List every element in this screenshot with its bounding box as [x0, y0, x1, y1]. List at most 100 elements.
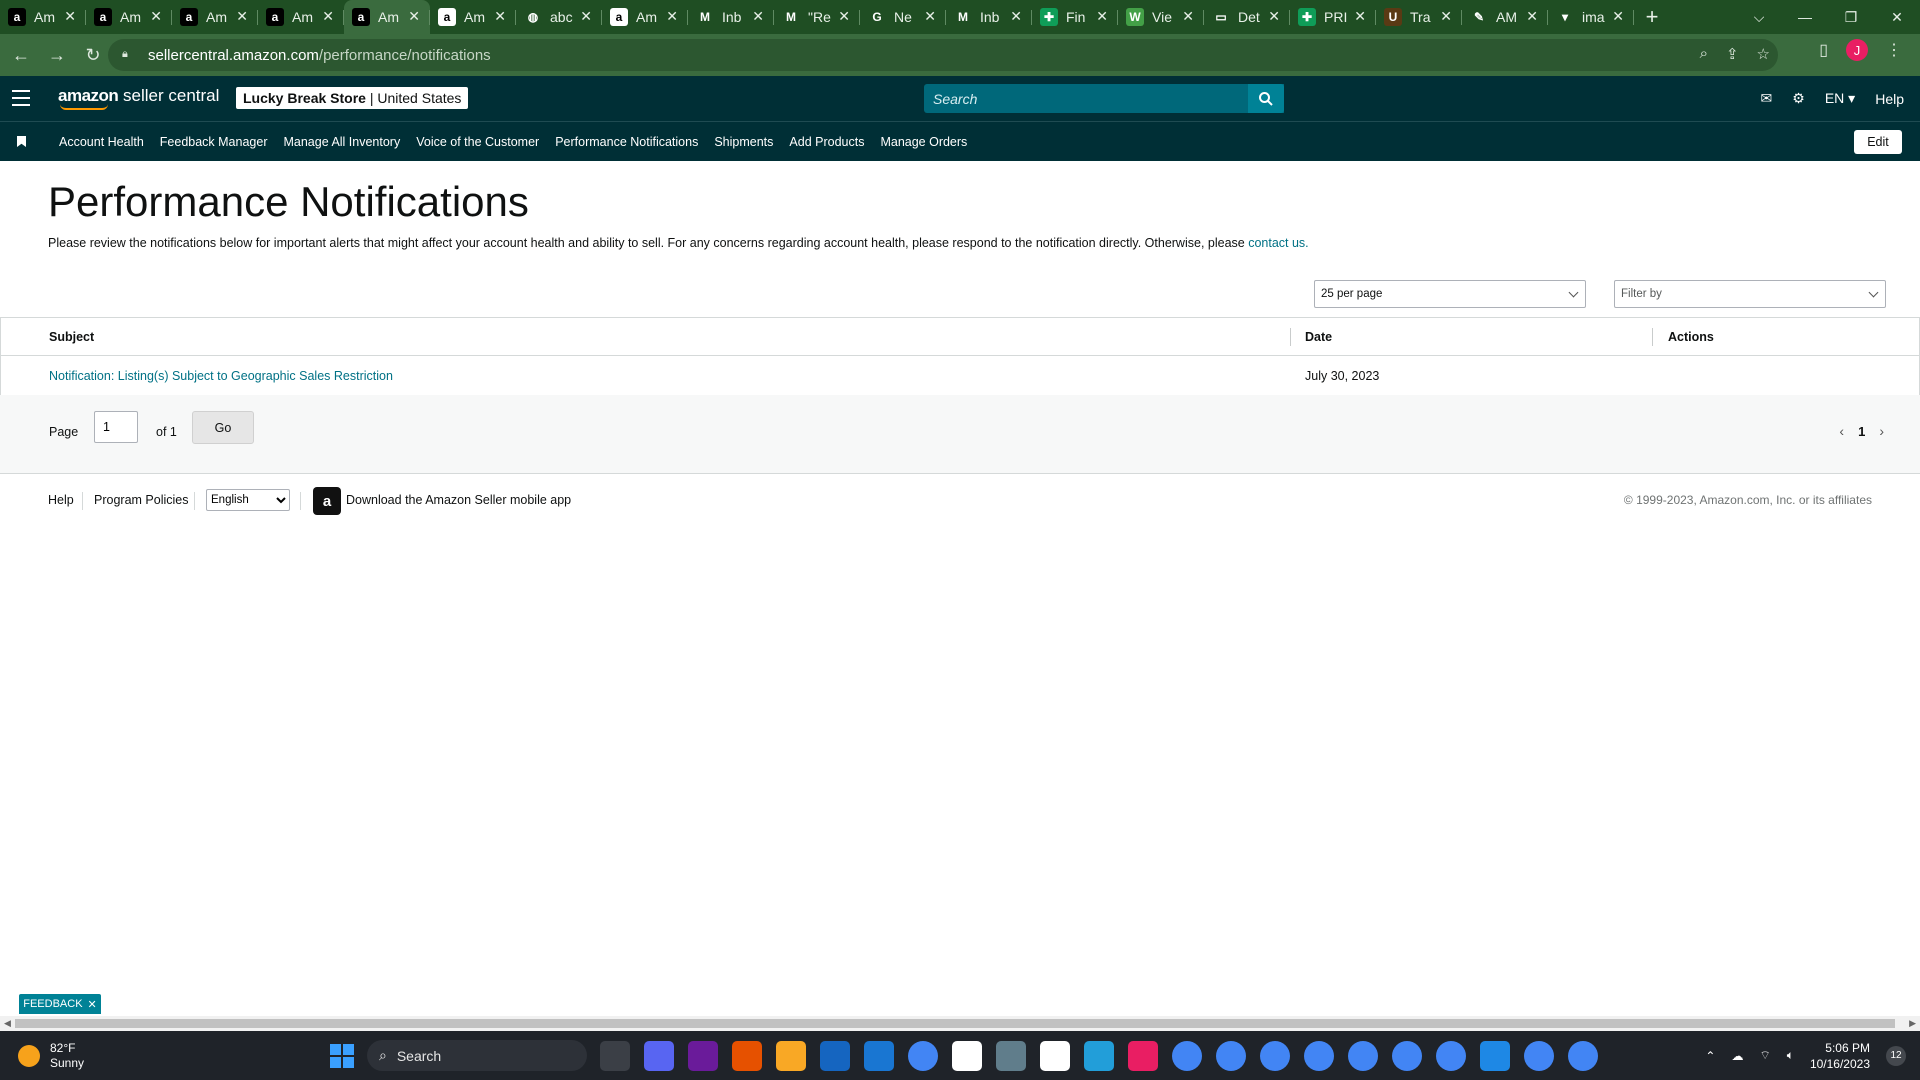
more-menu-icon[interactable]: ⋮ [1886, 40, 1902, 60]
browser-tab[interactable]: W Vie ✕ [1118, 0, 1204, 34]
calculator-icon[interactable] [996, 1041, 1026, 1071]
browser-tab[interactable]: a Am ✕ [258, 0, 344, 34]
browser-tab[interactable]: U Tra ✕ [1376, 0, 1462, 34]
cloud-icon[interactable]: ☁ [1731, 1049, 1743, 1063]
close-tab-icon[interactable]: ✕ [494, 8, 506, 25]
footer-help-link[interactable]: Help [48, 493, 74, 507]
forward-arrow-icon[interactable]: → [42, 40, 72, 70]
browser-tab[interactable]: ▭ Det ✕ [1204, 0, 1290, 34]
browser-tab[interactable]: ✚ Fin ✕ [1032, 0, 1118, 34]
contact-us-link[interactable]: contact us. [1248, 236, 1308, 250]
chrome-icon[interactable] [1260, 1041, 1290, 1071]
current-page[interactable]: 1 [1858, 424, 1865, 439]
per-page-select[interactable]: 25 per page [1314, 280, 1586, 308]
browser-tab[interactable]: ✚ PRI ✕ [1290, 0, 1376, 34]
back-arrow-icon[interactable]: ← [6, 40, 36, 70]
weather-widget[interactable]: 82°F Sunny [18, 1041, 84, 1071]
previous-page-icon[interactable]: ‹ [1839, 423, 1844, 439]
feedback-button[interactable]: FEEDBACK ✕ [19, 994, 101, 1014]
browser-tab[interactable]: G Ne ✕ [860, 0, 946, 34]
zoom-icon[interactable]: ⌕ [1700, 45, 1708, 63]
chrome-icon[interactable] [1348, 1041, 1378, 1071]
mail-icon[interactable]: ✉ [1761, 90, 1773, 107]
browser-tab[interactable]: a Am ✕ [344, 0, 430, 34]
close-tab-icon[interactable]: ✕ [1010, 8, 1022, 25]
hamburger-menu-icon[interactable] [12, 90, 30, 106]
scroll-left-icon[interactable]: ◀ [4, 1018, 11, 1029]
gear-icon[interactable]: ⚙ [1792, 90, 1805, 107]
profile-avatar[interactable]: J [1846, 39, 1868, 61]
store-switcher[interactable]: Lucky Break Store | United States [236, 87, 469, 109]
nav-item-add-products[interactable]: Add Products [789, 135, 864, 149]
horizontal-scrollbar[interactable]: ◀ ▶ [0, 1016, 1920, 1031]
task-view-icon[interactable] [600, 1041, 630, 1071]
chrome-icon[interactable] [908, 1041, 938, 1071]
chart-app-icon[interactable] [952, 1041, 982, 1071]
footer-language-select[interactable]: English [206, 489, 290, 511]
search-button[interactable] [1248, 84, 1284, 113]
help-link[interactable]: Help [1875, 91, 1904, 107]
slack-icon[interactable] [1128, 1041, 1158, 1071]
close-tab-icon[interactable]: ✕ [1268, 8, 1280, 25]
browser-tab[interactable]: ◍ abc ✕ [516, 0, 602, 34]
nav-item-feedback-manager[interactable]: Feedback Manager [160, 135, 268, 149]
column-date[interactable]: Date [1305, 318, 1332, 355]
next-app-icon[interactable] [688, 1041, 718, 1071]
new-tab-button[interactable]: + [1634, 0, 1670, 34]
browser-tab[interactable]: M "Re ✕ [774, 0, 860, 34]
browser-tab[interactable]: a Am ✕ [602, 0, 688, 34]
close-tab-icon[interactable]: ✕ [838, 8, 850, 25]
tab-search-chevron-icon[interactable]: ⌵ [1736, 0, 1782, 34]
nav-item-performance-notifications[interactable]: Performance Notifications [555, 135, 698, 149]
calendar-icon[interactable] [864, 1041, 894, 1071]
close-tab-icon[interactable]: ✕ [1612, 8, 1624, 25]
close-tab-icon[interactable]: ✕ [924, 8, 936, 25]
go-button[interactable]: Go [192, 411, 254, 444]
file-explorer-icon[interactable] [776, 1041, 806, 1071]
nav-item-manage-orders[interactable]: Manage Orders [880, 135, 967, 149]
windows-start-icon[interactable] [330, 1044, 354, 1068]
browser-tab[interactable]: a Am ✕ [430, 0, 516, 34]
edit-nav-button[interactable]: Edit [1854, 130, 1902, 154]
close-tab-icon[interactable]: ✕ [580, 8, 592, 25]
nav-item-shipments[interactable]: Shipments [714, 135, 773, 149]
download-app-link[interactable]: Download the Amazon Seller mobile app [346, 493, 571, 507]
notepad-icon[interactable] [1480, 1041, 1510, 1071]
seller-app-icon[interactable]: a [313, 487, 341, 515]
seller-central-logo[interactable]: amazon seller central [58, 86, 219, 110]
close-tab-icon[interactable]: ✕ [1182, 8, 1194, 25]
chrome-icon[interactable] [1568, 1041, 1598, 1071]
program-policies-link[interactable]: Program Policies [94, 493, 188, 507]
browser-tab[interactable]: ▾ ima ✕ [1548, 0, 1634, 34]
browser-tab[interactable]: ✎ AM ✕ [1462, 0, 1548, 34]
close-tab-icon[interactable]: ✕ [1354, 8, 1366, 25]
wifi-icon[interactable]: ⌔ [1759, 1048, 1770, 1063]
filter-select[interactable]: Filter by [1614, 280, 1886, 308]
browser-tab[interactable]: a Am ✕ [86, 0, 172, 34]
browser-tab[interactable]: a Am ✕ [172, 0, 258, 34]
telegram-icon[interactable] [1084, 1041, 1114, 1071]
address-bar[interactable]: 🔒︎ sellercentral.amazon.com/performance/… [108, 39, 1778, 71]
zoom-icon[interactable] [820, 1041, 850, 1071]
next-page-icon[interactable]: › [1879, 423, 1884, 439]
restore-button[interactable]: ❐ [1828, 0, 1874, 34]
taskbar-search[interactable]: ⌕ Search [367, 1040, 587, 1071]
app-icon[interactable] [732, 1041, 762, 1071]
browser-tab[interactable]: a Am ✕ [0, 0, 86, 34]
search-input[interactable] [933, 90, 1253, 107]
chevron-up-icon[interactable]: ⌃ [1705, 1049, 1715, 1063]
close-tab-icon[interactable]: ✕ [1526, 8, 1538, 25]
clock[interactable]: 5:06 PM 10/16/2023 [1810, 1040, 1870, 1072]
nav-item-account-health[interactable]: Account Health [59, 135, 144, 149]
video-call-icon[interactable] [644, 1041, 674, 1071]
reload-icon[interactable]: ↻ [78, 40, 108, 70]
browser-tab[interactable]: M Inb ✕ [946, 0, 1032, 34]
close-tab-icon[interactable]: ✕ [236, 8, 248, 25]
minimize-button[interactable]: — [1782, 0, 1828, 34]
page-number-input[interactable] [94, 411, 138, 443]
chrome-icon[interactable] [1524, 1041, 1554, 1071]
bookmark-star-icon[interactable]: ☆ [1757, 45, 1770, 63]
close-tab-icon[interactable]: ✕ [64, 8, 76, 25]
column-subject[interactable]: Subject [49, 318, 94, 355]
nav-item-voice-of-the-customer[interactable]: Voice of the Customer [416, 135, 539, 149]
